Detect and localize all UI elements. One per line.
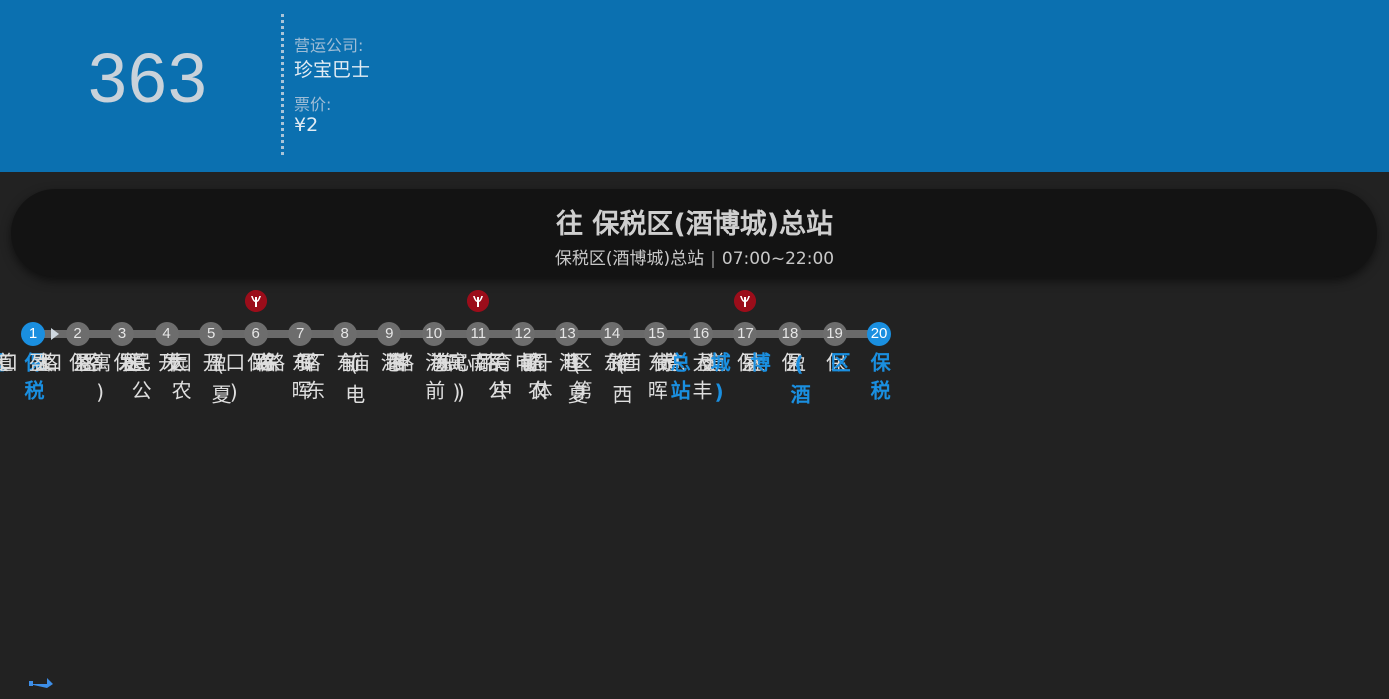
stop-number: 6 <box>243 322 268 346</box>
stop-number: 9 <box>377 322 402 346</box>
stop-number: 16 <box>688 322 713 346</box>
stop-number: 7 <box>288 322 313 346</box>
operator-name: 珍宝巴士 <box>294 59 371 81</box>
turn-arrow-icon[interactable] <box>27 674 55 688</box>
stop-number: 17 <box>733 322 758 346</box>
stop-number: 4 <box>154 322 179 346</box>
header-divider <box>281 14 284 155</box>
stop-number: 11 <box>466 322 491 346</box>
stop-number: 14 <box>599 322 624 346</box>
stop-number: 13 <box>555 322 580 346</box>
metro-logo-icon <box>244 290 267 312</box>
route-number: 363 <box>88 39 208 117</box>
direction-arrow-icon <box>51 328 59 340</box>
direction-subtitle: 保税区(酒博城)总站 | 07:00~22:00 <box>0 244 1389 269</box>
subtitle-separator: | <box>710 249 716 269</box>
stop-number: 5 <box>199 322 224 346</box>
stop-number: 19 <box>822 322 847 346</box>
stop-number: 8 <box>332 322 357 346</box>
operator-label: 营运公司: <box>294 36 364 55</box>
stop-name: 保税区(酒博城)总站 <box>667 352 892 412</box>
origin-station: 保税区(酒博城)总站 <box>554 249 705 269</box>
stop-number: 15 <box>644 322 669 346</box>
stop-number: 3 <box>110 322 135 346</box>
fare-label: 票价: <box>294 95 332 114</box>
stop-number: 18 <box>778 322 802 346</box>
fare-value: ¥2 <box>294 114 319 136</box>
stop-number: 2 <box>65 322 90 346</box>
stop-number: 1 <box>21 322 45 346</box>
service-hours: 07:00~22:00 <box>721 249 835 269</box>
route-header: 363 营运公司: 珍宝巴士 票价: ¥2 <box>0 0 1389 172</box>
direction-title: 往 保税区(酒博城)总站 <box>555 209 834 240</box>
stop-number: 10 <box>421 322 446 346</box>
metro-logo-icon <box>467 290 490 312</box>
stop-number: 12 <box>510 322 535 346</box>
metro-logo-icon <box>734 290 757 312</box>
stop-number: 20 <box>867 322 892 346</box>
